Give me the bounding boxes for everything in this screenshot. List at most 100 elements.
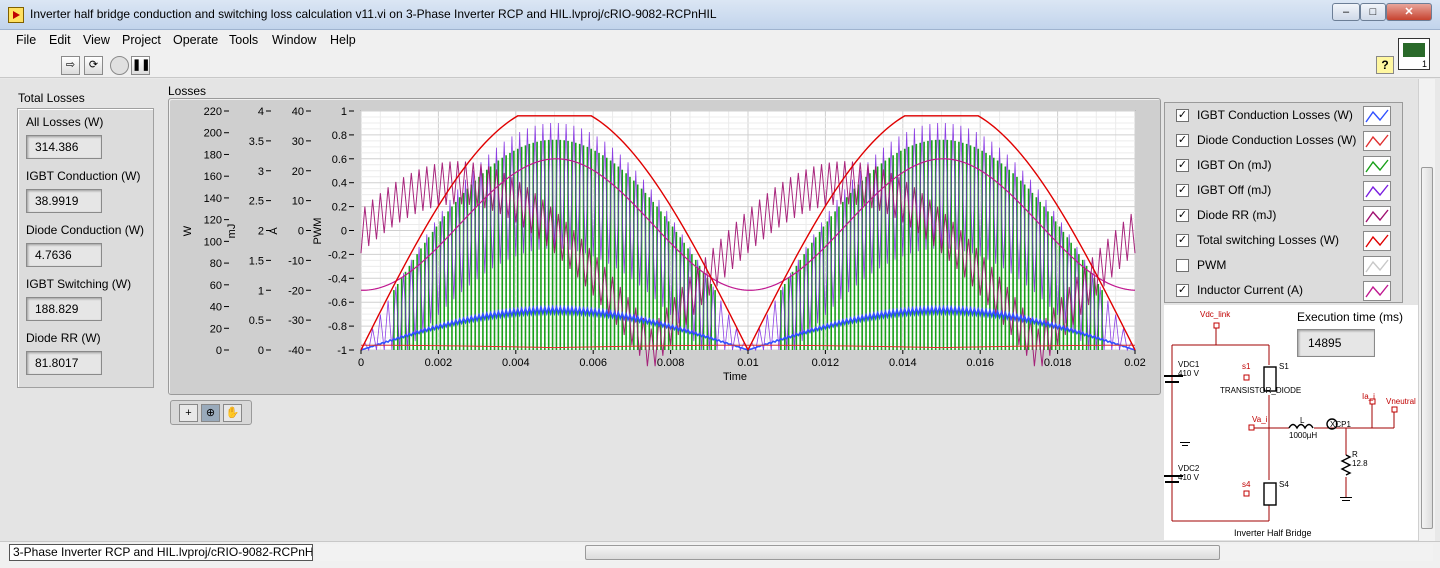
execution-time-label: Execution time (ms) — [1297, 310, 1404, 324]
axis-name-label: PWM — [312, 218, 324, 245]
x-tick-label: 0 — [358, 357, 364, 369]
run-arrow-icon[interactable]: ⇨ — [61, 56, 80, 75]
menu-edit[interactable]: Edit — [49, 33, 71, 47]
axis-a-tick: 30 — [292, 136, 304, 148]
losses-graph[interactable]: 220 200 180 160 140 120 100 80 60 40 20 0 4 3.5 3 2.5 2 1… — [168, 98, 1161, 395]
abort-icon[interactable] — [110, 56, 129, 75]
horizontal-scrollbar[interactable] — [315, 544, 1433, 561]
legend-checkbox[interactable]: ✓ — [1176, 209, 1189, 222]
resistor-value: 12.8 — [1352, 459, 1368, 468]
legend-checkbox[interactable]: ✓ — [1176, 234, 1189, 247]
menu-file[interactable]: File — [16, 33, 36, 47]
help-icon[interactable]: ? — [1376, 56, 1394, 74]
cursor-move-icon[interactable]: + — [179, 404, 198, 422]
xcp-label: XCP1 — [1330, 420, 1351, 429]
axis-w-tick: 140 — [204, 193, 222, 205]
axis-pwm-tick: 0.2 — [332, 202, 347, 214]
diode-conduction-label: Diode Conduction (W) — [26, 223, 145, 237]
igbt-conduction-label: IGBT Conduction (W) — [26, 169, 141, 183]
menu-operate[interactable]: Operate — [173, 33, 218, 47]
vertical-scroll-thumb[interactable] — [1421, 167, 1433, 529]
axis-mj-tick: 3.5 — [249, 136, 264, 148]
zoom-icon[interactable]: ⊕ — [201, 404, 220, 422]
legend-swatch-icon[interactable] — [1363, 181, 1391, 201]
pause-icon[interactable]: ❚❚ — [131, 56, 150, 75]
legend-swatch-icon[interactable] — [1363, 256, 1391, 276]
legend-checkbox[interactable]: ✓ — [1176, 284, 1189, 297]
legend-row[interactable]: ✓ IGBT Off (mJ) — [1165, 178, 1404, 203]
axis-pwm-tick: -0.8 — [328, 321, 347, 333]
axis-pwm-tick: -0.4 — [328, 273, 347, 285]
legend-row[interactable]: ✓ Diode RR (mJ) — [1165, 203, 1404, 228]
legend-label: Total switching Losses (W) — [1197, 233, 1340, 247]
axis-a-tick: 20 — [292, 166, 304, 178]
axis-mj-tick: 3 — [258, 166, 264, 178]
vertical-scrollbar[interactable] — [1418, 79, 1435, 541]
x-axis-label: Time — [723, 371, 747, 383]
vdc1-label: VDC1 — [1178, 360, 1200, 369]
status-bar: 3-Phase Inverter RCP and HIL.lvproj/cRIO… — [0, 541, 1440, 568]
legend-checkbox[interactable] — [1176, 259, 1189, 272]
x-tick-label: 0.02 — [1124, 357, 1145, 369]
s4-signal: s4 — [1242, 480, 1251, 489]
legend-label: PWM — [1197, 258, 1227, 272]
menu-tools[interactable]: Tools — [229, 33, 258, 47]
axis-w-tick: 40 — [210, 302, 222, 314]
labview-app-icon — [8, 7, 24, 23]
legend-swatch-icon[interactable] — [1363, 206, 1391, 226]
legend-row[interactable]: ✓ Inductor Current (A) — [1165, 278, 1404, 303]
axis-w-tick: 220 — [204, 106, 222, 118]
legend-checkbox[interactable]: ✓ — [1176, 184, 1189, 197]
menu-project[interactable]: Project — [122, 33, 161, 47]
legend-row[interactable]: PWM — [1165, 253, 1404, 278]
axis-mj-tick: 4 — [258, 106, 264, 118]
legend-row[interactable]: ✓ IGBT Conduction Losses (W) — [1165, 103, 1404, 128]
x-tick-label: 0.016 — [966, 357, 994, 369]
va-signal: Va_i — [1252, 415, 1268, 424]
legend-row[interactable]: ✓ IGBT On (mJ) — [1165, 153, 1404, 178]
x-tick-label: 0.008 — [657, 357, 685, 369]
legend-swatch-icon[interactable] — [1363, 131, 1391, 151]
menu-help[interactable]: Help — [330, 33, 356, 47]
legend-checkbox[interactable]: ✓ — [1176, 109, 1189, 122]
graph-palette: + ⊕ ✋ — [170, 400, 252, 425]
labview-window: Inverter half bridge conduction and swit… — [0, 0, 1440, 568]
legend-checkbox[interactable]: ✓ — [1176, 134, 1189, 147]
legend-label: Inductor Current (A) — [1197, 283, 1304, 297]
toolbar: ⇨ ⟳ ❚❚ — [0, 52, 1440, 78]
title-bar: Inverter half bridge conduction and swit… — [0, 0, 1440, 30]
axis-pwm-tick: -0.2 — [328, 249, 347, 261]
menu-view[interactable]: View — [83, 33, 110, 47]
x-tick-label: 0.012 — [812, 357, 840, 369]
s1-signal: s1 — [1242, 362, 1251, 371]
pan-hand-icon[interactable]: ✋ — [223, 404, 242, 422]
axis-a-tick: -20 — [288, 285, 304, 297]
close-button[interactable]: ✕ — [1386, 3, 1432, 21]
x-tick-label: 0.018 — [1044, 357, 1072, 369]
all-losses-label: All Losses (W) — [26, 115, 104, 129]
axis-a-tick: -10 — [288, 255, 304, 267]
legend-swatch-icon[interactable] — [1363, 231, 1391, 251]
legend-swatch-icon[interactable] — [1363, 156, 1391, 176]
axis-w-tick: 0 — [216, 345, 222, 357]
axis-name-label: W — [182, 225, 194, 236]
axis-pwm-tick: 0.4 — [332, 178, 347, 190]
maximize-button[interactable]: □ — [1360, 3, 1386, 21]
minimize-button[interactable]: – — [1332, 3, 1360, 21]
plot-legend: ✓ IGBT Conduction Losses (W) ✓ Diode Conduc… — [1164, 102, 1403, 303]
run-continuously-icon[interactable]: ⟳ — [84, 56, 103, 75]
legend-row[interactable]: ✓ Total switching Losses (W) — [1165, 228, 1404, 253]
axis-w-tick: 160 — [204, 171, 222, 183]
axis-w-tick: 100 — [204, 236, 222, 248]
menu-window[interactable]: Window — [272, 33, 316, 47]
axis-pwm-tick: -0.6 — [328, 297, 347, 309]
axis-w-tick: 20 — [210, 323, 222, 335]
schematic-caption: Inverter Half Bridge — [1234, 528, 1312, 538]
vdc2-voltage: 410 V — [1178, 473, 1200, 482]
axis-mj-tick: 1 — [258, 285, 264, 297]
horizontal-scroll-thumb[interactable] — [585, 545, 1220, 560]
legend-swatch-icon[interactable] — [1363, 281, 1391, 301]
legend-checkbox[interactable]: ✓ — [1176, 159, 1189, 172]
legend-row[interactable]: ✓ Diode Conduction Losses (W) — [1165, 128, 1404, 153]
legend-swatch-icon[interactable] — [1363, 106, 1391, 126]
